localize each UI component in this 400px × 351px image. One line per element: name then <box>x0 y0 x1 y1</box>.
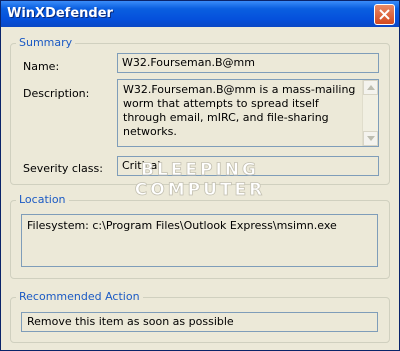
winxdefender-window: WinXDefender Summary Name: W32.Fourseman… <box>0 0 400 351</box>
severity-field[interactable]: Critical <box>117 156 379 176</box>
window-title: WinXDefender <box>7 6 113 21</box>
recommended-action-field[interactable]: Remove this item as soon as possible <box>21 312 378 332</box>
close-button[interactable] <box>374 4 395 25</box>
description-scrollbar[interactable] <box>362 80 378 146</box>
severity-label: Severity class: <box>23 162 103 175</box>
arrow-down-icon <box>367 136 375 141</box>
title-bar[interactable]: WinXDefender <box>1 1 399 27</box>
location-field[interactable]: Filesystem: c:\Program Files\Outlook Exp… <box>21 214 378 267</box>
description-field[interactable]: W32.Fourseman.B@mm is a mass-mailing wor… <box>117 79 379 147</box>
arrow-up-icon <box>367 85 375 90</box>
description-label: Description: <box>23 87 90 100</box>
location-legend: Location <box>16 193 69 207</box>
scroll-up-button[interactable] <box>363 80 378 95</box>
close-icon <box>379 9 390 20</box>
recommended-action-legend: Recommended Action <box>16 290 143 304</box>
location-text: Filesystem: c:\Program Files\Outlook Exp… <box>27 219 337 232</box>
description-text: W32.Fourseman.B@mm is a mass-mailing wor… <box>123 83 356 138</box>
summary-legend: Summary <box>16 36 76 50</box>
name-label: Name: <box>23 60 60 73</box>
name-field[interactable]: W32.Fourseman.B@mm <box>117 53 379 73</box>
scroll-down-button[interactable] <box>363 131 378 146</box>
